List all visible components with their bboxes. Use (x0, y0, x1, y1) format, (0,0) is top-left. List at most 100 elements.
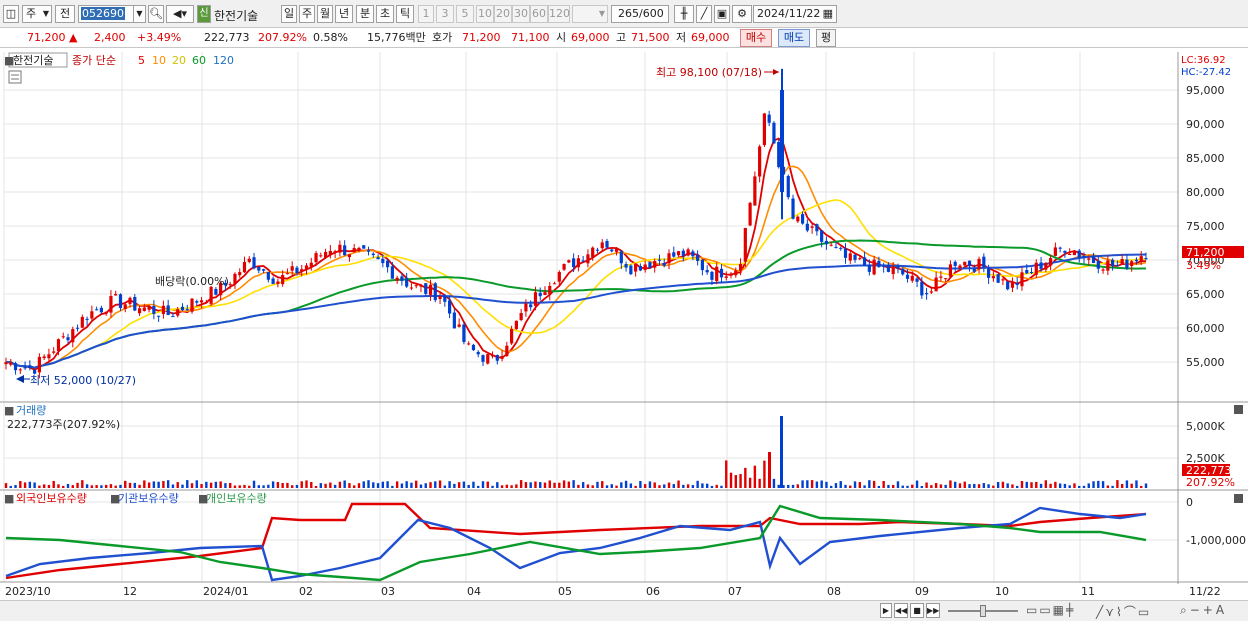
candle-body (667, 253, 671, 264)
tab-second[interactable]: 초 (376, 5, 394, 23)
candle-body (829, 244, 833, 246)
code-dropdown-arrow[interactable]: ▼ (133, 5, 146, 23)
search-icon[interactable]: 🔍︎ (148, 5, 164, 23)
candle-body (996, 274, 1000, 283)
date-input[interactable]: 2024/11/22 ▦ (753, 5, 837, 23)
tab-year[interactable]: 년 (335, 5, 353, 23)
interval-1[interactable]: 1 (418, 5, 434, 23)
volume-bar (333, 484, 337, 488)
scroll-last-icon[interactable]: ▶▶ (926, 603, 940, 618)
volume-bar (825, 481, 828, 488)
volume-bar (810, 480, 814, 488)
tab-day[interactable]: 일 (281, 5, 297, 23)
volume-bar (667, 482, 671, 488)
candle-body (137, 308, 142, 314)
interval-20[interactable]: 20 (494, 5, 512, 23)
interval-10[interactable]: 10 (476, 5, 494, 23)
mode-dropdown[interactable]: 주 ▼ (22, 5, 52, 23)
count-input[interactable]: 265/600 (611, 5, 669, 23)
chart-layout-icon[interactable]: ◫ (3, 5, 19, 23)
candle-body (66, 337, 70, 341)
interval-30[interactable]: 30 (512, 5, 530, 23)
candle-body (743, 227, 747, 262)
volume-bar (386, 481, 389, 488)
volume-bar (748, 477, 752, 488)
candle-body (1096, 261, 1100, 269)
stock-code-input[interactable]: 052690 (78, 5, 136, 23)
volume-bar (453, 483, 456, 488)
candle-type-icon[interactable]: ╫ (674, 5, 694, 23)
tab-tick[interactable]: 틱 (396, 5, 414, 23)
y-tick-label: 0 (1186, 496, 1193, 509)
calendar-icon: ▦ (822, 7, 833, 20)
volume-bar (100, 485, 103, 488)
tab-month[interactable]: 월 (317, 5, 333, 23)
buy-button[interactable]: 매수 (740, 29, 772, 47)
x-tick-label: 09 (915, 585, 929, 598)
draw-tool-icon[interactable]: ╱ (696, 5, 712, 23)
volume-bar (119, 484, 122, 488)
save-icon[interactable]: ▣ (714, 5, 730, 23)
volume-bar (9, 485, 12, 488)
prev-button[interactable]: 전 (55, 5, 75, 23)
volume-bar (548, 480, 551, 488)
layout-tools-icon[interactable]: ▭▭▦╪ (1026, 603, 1075, 617)
interval-5[interactable]: 5 (456, 5, 474, 23)
candle-body (428, 284, 433, 295)
sell-button[interactable]: 매도 (778, 29, 810, 47)
tab-week[interactable]: 주 (299, 5, 315, 23)
volume-bar (839, 481, 842, 488)
table-toggle-icon[interactable] (8, 70, 22, 84)
avg-button[interactable]: 평 (816, 29, 836, 47)
chart-area[interactable]: 95,00090,00085,00080,00075,00070,00065,0… (0, 48, 1248, 600)
candle-body (314, 253, 318, 263)
interval-120[interactable]: 120 (548, 5, 570, 23)
volume-bar (505, 484, 509, 488)
scroll-right-icon[interactable]: ▶ (880, 603, 892, 618)
candle-body (696, 255, 700, 261)
volume-bar (448, 481, 451, 488)
candle-body (109, 296, 113, 313)
candle-body (519, 312, 523, 321)
volume-bar (1106, 485, 1110, 488)
candle-body (114, 294, 118, 296)
volume-bar (896, 481, 900, 488)
zoom-tools-icon[interactable]: ⌕−+A (1180, 603, 1227, 618)
candle-body (90, 311, 94, 319)
candle-body (414, 285, 418, 287)
interval-dropdown[interactable]: ▼ (572, 5, 608, 23)
panel-close-icon[interactable] (1234, 405, 1243, 414)
draw-tools-icon[interactable]: ╱⋎⌇⌒▭ (1096, 603, 1151, 620)
volume-bar (906, 485, 909, 488)
candle-body (238, 272, 242, 276)
zoom-slider-handle[interactable] (980, 605, 986, 617)
scroll-first-icon[interactable]: ◀◀ (894, 603, 908, 618)
volume-bar (42, 484, 46, 488)
interval-3[interactable]: 3 (436, 5, 454, 23)
tab-minute[interactable]: 분 (356, 5, 374, 23)
lc-label: LC:36.92 (1181, 55, 1226, 66)
stop-icon[interactable]: ■ (910, 603, 924, 618)
candle-body (376, 257, 380, 260)
volume-bar (405, 481, 408, 488)
candle-body (877, 260, 881, 268)
candle-body (538, 292, 542, 297)
panel-close-icon[interactable] (1234, 494, 1243, 503)
volume-bar (777, 484, 780, 488)
gear-icon[interactable]: ⚙ (732, 5, 752, 23)
volume-ratio: 207.92% (258, 31, 307, 44)
volume-bar (930, 485, 933, 488)
volume-bar (696, 480, 699, 488)
volume-bar (481, 481, 485, 488)
interval-60[interactable]: 60 (530, 5, 548, 23)
turnover-rate: 0.58% (313, 31, 348, 44)
candle-body (724, 276, 728, 278)
volume-bar (195, 480, 198, 488)
volume-bar (591, 485, 594, 488)
volume-bar (815, 481, 819, 488)
sound-icon[interactable]: ◀▾ (166, 5, 194, 23)
candle-body (1044, 262, 1048, 270)
volume-bar (1068, 485, 1071, 488)
candle-body (1125, 259, 1129, 269)
candle-body (1101, 269, 1105, 271)
